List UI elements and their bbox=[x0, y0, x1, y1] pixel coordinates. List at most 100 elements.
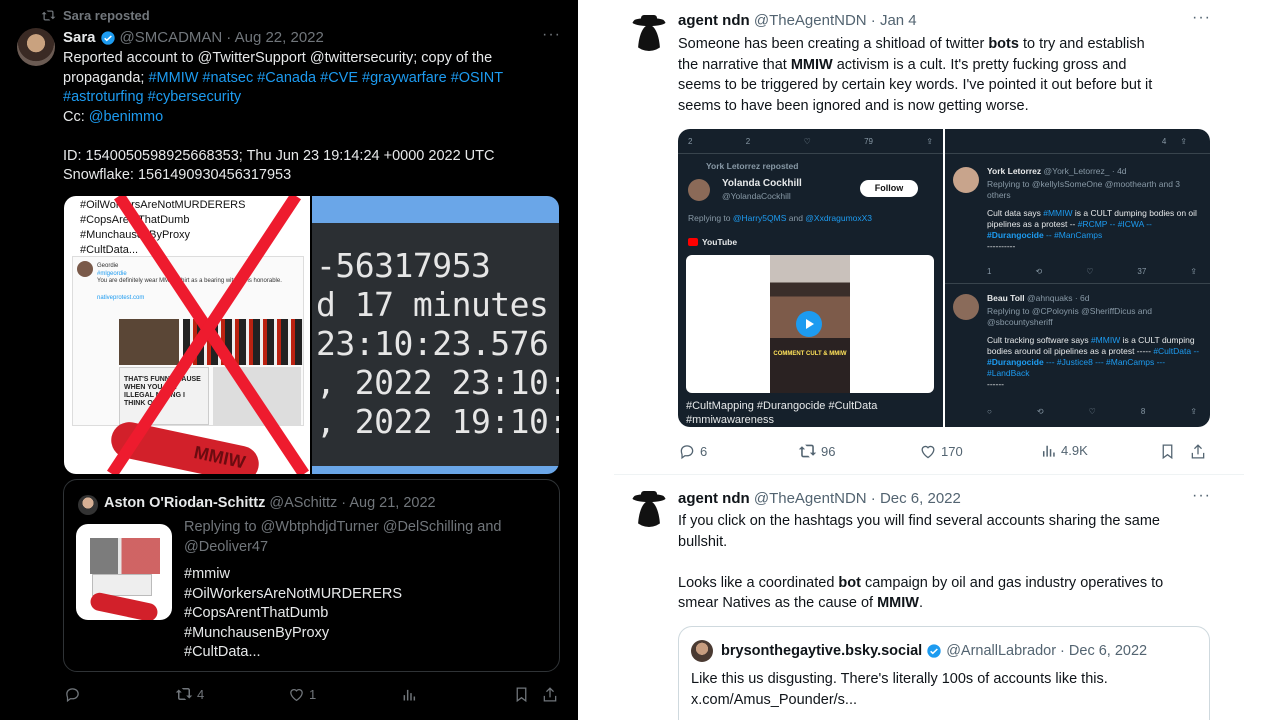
quote-author[interactable]: Aston O'Riodan-Schittz bbox=[104, 495, 265, 511]
image-text: @YolandaCockhill bbox=[722, 191, 791, 201]
image-text: York Letorrez reposted bbox=[706, 161, 799, 171]
image-text: Replying to @kellyIsSomeOne @moothearth … bbox=[987, 179, 1181, 200]
views-icon[interactable] bbox=[401, 687, 417, 702]
image-text: #Durangocide bbox=[987, 230, 1044, 240]
quote-avatar[interactable] bbox=[691, 640, 713, 662]
quote-avatar[interactable] bbox=[78, 495, 98, 515]
repost-label: Sara reposted bbox=[63, 8, 150, 23]
cc-label: Cc: bbox=[63, 108, 89, 125]
tweet-text-line: If you click on the hashtags you will fi… bbox=[678, 513, 1160, 529]
snowflake-line: Snowflake: 1561490930456317953 bbox=[63, 167, 292, 183]
verified-badge-icon bbox=[100, 30, 116, 46]
image-text: ---------- bbox=[987, 241, 1016, 251]
tweet-divider bbox=[614, 474, 1244, 475]
mention-link[interactable]: @benimmo bbox=[89, 109, 163, 125]
tweet-media-screenshot[interactable]: 2 2 ♡ 79 ⇪ York Letorrez reposted Yoland… bbox=[678, 129, 1210, 427]
repost-count: 96 bbox=[821, 443, 836, 459]
tweet-text: MMIW bbox=[877, 595, 919, 611]
quote-replying-to[interactable]: Replying to @WbtphdjdTurner @DelSchillin… bbox=[184, 518, 544, 557]
image-text: ⇪ bbox=[1190, 407, 1197, 416]
tweet-date[interactable]: · Aug 22, 2022 bbox=[226, 29, 324, 46]
share-icon[interactable] bbox=[1190, 443, 1206, 460]
quote-author[interactable]: brysonthegaytive.bsky.social bbox=[721, 643, 922, 659]
author-name[interactable]: agent ndn bbox=[678, 12, 750, 29]
like-button[interactable]: 1 bbox=[288, 686, 316, 702]
image-text: ⇪ bbox=[1190, 267, 1197, 276]
tweet-actions: 4 1 bbox=[64, 686, 564, 704]
repost-icon bbox=[798, 444, 817, 458]
tweet-text-line: seems to be triggered by certain key wor… bbox=[678, 77, 1153, 93]
views-icon bbox=[1042, 445, 1055, 457]
quote-date[interactable]: · Dec 6, 2022 bbox=[1060, 643, 1147, 659]
tweet-text: . bbox=[918, 595, 923, 611]
repost-button[interactable]: 96 bbox=[798, 443, 835, 459]
image-text: 1 bbox=[987, 267, 992, 276]
image-text: YouTube bbox=[702, 237, 738, 247]
terminal-text: -56317953 bbox=[316, 246, 491, 285]
image-text: Follow bbox=[860, 180, 918, 197]
image-text: 2 bbox=[688, 137, 693, 146]
tweet-text: propaganda; bbox=[63, 69, 149, 86]
image-text: ⟲ bbox=[1036, 407, 1044, 416]
more-options-icon[interactable]: ··· bbox=[1192, 9, 1211, 27]
quote-handle[interactable]: @ASchittz bbox=[269, 495, 337, 511]
tweet-text: bots bbox=[988, 36, 1019, 52]
quote-text-line: Like this us disgusting. There's literal… bbox=[691, 671, 1108, 687]
quote-date[interactable]: · Aug 21, 2022 bbox=[341, 495, 435, 511]
image-text: ⇪ bbox=[926, 137, 933, 146]
bookmark-icon[interactable] bbox=[1160, 443, 1175, 460]
image-text: ♡ bbox=[803, 137, 811, 146]
avatar[interactable] bbox=[630, 13, 668, 51]
image-text: 8 bbox=[1140, 407, 1146, 416]
tweet-body: If you click on the hashtags you will fi… bbox=[678, 511, 1238, 614]
author-name[interactable]: Sara bbox=[63, 29, 96, 46]
image-text: Cult data says bbox=[987, 208, 1044, 218]
id-line: ID: 1540050598925668353; Thu Jun 23 19:1… bbox=[63, 147, 495, 164]
tweet-actions: 6 96 170 4.9K bbox=[678, 443, 1208, 461]
quoted-tweet[interactable]: brysonthegaytive.bsky.social @ArnallLabr… bbox=[678, 626, 1210, 720]
image-text: #CultData -- bbox=[1153, 346, 1200, 356]
image-text: Cult tracking software says bbox=[987, 335, 1091, 345]
more-options-icon[interactable]: ··· bbox=[1192, 487, 1211, 505]
like-button[interactable]: 170 bbox=[919, 443, 963, 459]
image-text: ♡ bbox=[1088, 407, 1096, 416]
hashtag-links[interactable]: #MMIW #natsec #Canada #CVE #graywarfare … bbox=[148, 70, 503, 86]
play-icon[interactable] bbox=[796, 311, 822, 337]
media-image-left[interactable]: #OilWorkersAreNotMURDERERS #CopsArentTha… bbox=[64, 196, 310, 474]
quote-text-line: #CultData... bbox=[184, 644, 261, 660]
image-text: ⟲ bbox=[1035, 267, 1043, 276]
right-tweet-panel: agent ndn @TheAgentNDN · Jan 4 ··· Someo… bbox=[578, 0, 1280, 720]
tweet-text: to try and establish bbox=[1018, 36, 1145, 52]
tweet-text: activism is a cult. It's pretty fucking … bbox=[832, 56, 1127, 73]
more-options-icon[interactable]: ··· bbox=[542, 26, 561, 44]
avatar[interactable] bbox=[630, 489, 668, 527]
quoted-tweet[interactable]: Aston O'Riodan-Schittz @ASchittz · Aug 2… bbox=[63, 479, 560, 672]
quote-link[interactable]: x.com/Amus_Pounder/s... bbox=[691, 690, 1108, 711]
tweet-date[interactable]: · Dec 6, 2022 bbox=[871, 490, 961, 507]
bookmark-icon[interactable] bbox=[514, 686, 529, 703]
quote-handle[interactable]: @ArnallLabrador bbox=[946, 643, 1056, 659]
author-handle[interactable]: @TheAgentNDN bbox=[754, 490, 867, 507]
like-count: 1 bbox=[309, 686, 317, 702]
author-handle[interactable]: @TheAgentNDN bbox=[754, 12, 867, 29]
image-text: @York_Letorrez_ · 4d bbox=[1043, 166, 1127, 176]
tweet-text: bot bbox=[838, 574, 861, 591]
left-tweet-panel: Sara reposted Sara @SMCADMAN · Aug 22, 2… bbox=[0, 0, 578, 720]
media-image-right[interactable]: -56317953 d 17 minutes 23:10:23.576 , 20… bbox=[312, 196, 559, 474]
reply-icon[interactable] bbox=[64, 686, 81, 703]
hashtag-links[interactable]: #astroturfing #cybersecurity bbox=[63, 88, 568, 108]
tweet-text: campaign by oil and gas industry operati… bbox=[860, 574, 1164, 591]
author-handle[interactable]: @SMCADMAN bbox=[120, 29, 223, 46]
avatar[interactable] bbox=[17, 28, 55, 66]
repost-button[interactable]: 4 bbox=[175, 686, 204, 702]
reply-button[interactable]: 6 bbox=[678, 443, 707, 460]
author-name[interactable]: agent ndn bbox=[678, 490, 750, 507]
image-text: -- #ManCamps bbox=[1043, 230, 1103, 240]
image-text: Beau Toll bbox=[987, 293, 1025, 303]
share-icon[interactable] bbox=[542, 686, 558, 703]
tweet-date[interactable]: · Jan 4 bbox=[871, 12, 917, 29]
views-button[interactable]: 4.9K bbox=[1040, 443, 1088, 458]
quote-text-line: #OilWorkersAreNotMURDERERS bbox=[184, 585, 403, 602]
quote-thumbnail[interactable] bbox=[76, 524, 172, 620]
tweet-text: Someone has been creating a shitload of … bbox=[678, 36, 989, 52]
